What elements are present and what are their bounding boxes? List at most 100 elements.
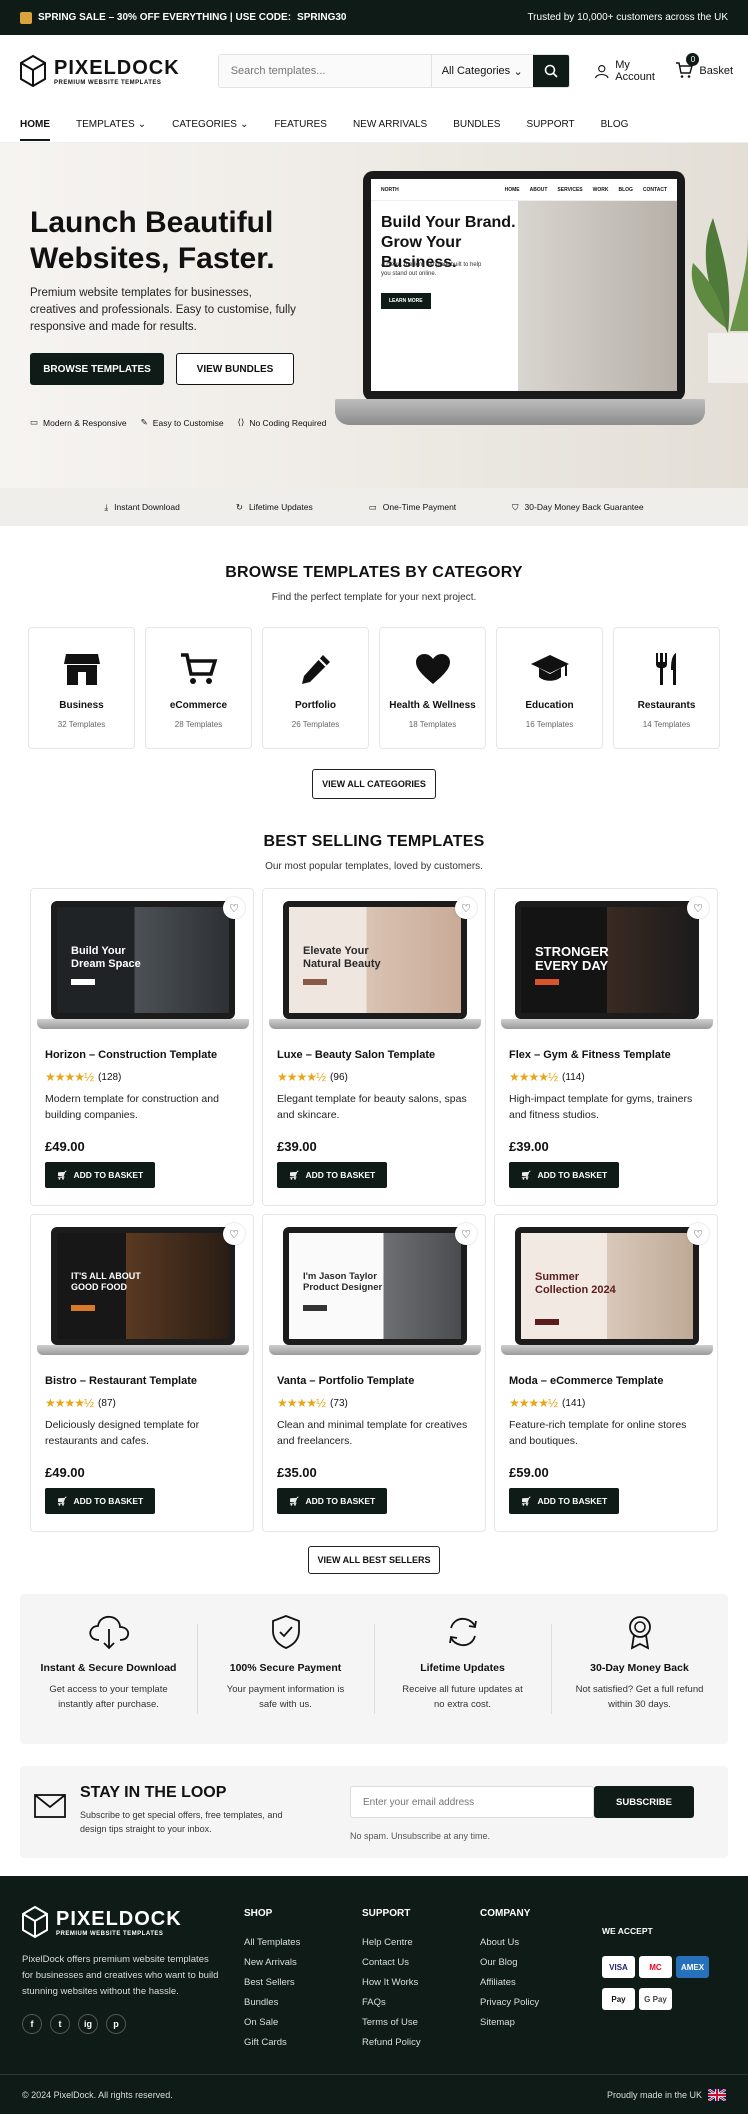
wishlist-button[interactable]: ♡ [455,897,477,919]
nav-templates[interactable]: TEMPLATES ⌄ [76,119,146,130]
heart-outline-icon: ♡ [693,902,703,915]
add-to-basket-button[interactable]: 🛒︎ ADD TO BASKET [45,1488,155,1514]
product-price: £35.00 [277,1465,317,1480]
footer-link[interactable]: About Us [480,1933,539,1953]
add-to-basket-button[interactable]: 🛒︎ ADD TO BASKET [509,1162,619,1188]
footer-link[interactable]: Privacy Policy [480,1993,539,2013]
category-count: 16 Templates [525,720,574,729]
nav-blog[interactable]: BLOG [601,119,629,130]
browse-templates-button[interactable]: BROWSE TEMPLATES [30,353,164,385]
product-thumbnail[interactable]: Summer Collection 2024 [501,1227,713,1357]
category-card-restaurants[interactable]: Restaurants 14 Templates [613,627,720,749]
footer-link[interactable]: New Arrivals [244,1953,300,1973]
category-card-ecommerce[interactable]: eCommerce 28 Templates [145,627,252,749]
product-card[interactable]: Summer Collection 2024 ♡ Moda – eCommerc… [494,1214,718,1532]
footer-payments-column: WE ACCEPT [602,1926,653,1950]
footer-link[interactable]: Affiliates [480,1973,539,1993]
apple-pay-icon: Pay [602,1988,635,2010]
product-card[interactable]: STRONGER EVERY DAY ♡ Flex – Gym & Fitnes… [494,888,718,1206]
payment-methods: VISA MC AMEX Pay G Pay [602,1956,709,2010]
footer-link[interactable]: Contact Us [362,1953,421,1973]
wishlist-button[interactable]: ♡ [223,897,245,919]
wishlist-button[interactable]: ♡ [223,1223,245,1245]
category-name: Health & Wellness [389,700,476,711]
footer-link[interactable]: All Templates [244,1933,300,1953]
product-thumbnail[interactable]: I'm Jason Taylor Product Designer [269,1227,481,1357]
footer-link[interactable]: On Sale [244,2013,300,2033]
footer-link[interactable]: Bundles [244,1993,300,2013]
category-card-business[interactable]: Business 32 Templates [28,627,135,749]
footer-company-column: COMPANY About Us Our Blog Affiliates Pri… [480,1908,539,2033]
feature-title: Lifetime Updates [420,1662,505,1674]
subscribe-button[interactable]: SUBSCRIBE [594,1786,694,1818]
thumb-headline: STRONGER EVERY DAY [535,944,609,973]
product-thumbnail[interactable]: Build Your Dream Space [37,901,249,1031]
footer-link[interactable]: Sitemap [480,2013,539,2033]
footer-link[interactable]: Gift Cards [244,2033,300,2053]
email-input[interactable] [350,1786,594,1818]
add-to-basket-button[interactable]: 🛒︎ ADD TO BASKET [277,1488,387,1514]
nav-bundles[interactable]: BUNDLES [453,119,500,130]
product-thumbnail[interactable]: STRONGER EVERY DAY [501,901,713,1031]
footer-link[interactable]: Best Sellers [244,1973,300,1993]
view-all-best-sellers-button[interactable]: VIEW ALL BEST SELLERS [308,1546,440,1574]
refresh-icon [448,1617,477,1647]
nav-new-arrivals[interactable]: NEW ARRIVALS [353,119,427,130]
star-rating: ★★★★½ [277,1070,326,1084]
account-link[interactable]: My Account [594,59,660,83]
hero-description: Premium website templates for businesses… [30,287,296,333]
product-card[interactable]: I'm Jason Taylor Product Designer ♡ Vant… [262,1214,486,1532]
view-bundles-button[interactable]: VIEW BUNDLES [176,353,294,385]
hero-feature: ▭ Modern & Responsive [30,417,127,428]
search-icon [544,64,558,78]
instagram-icon[interactable]: ig [78,2014,98,2034]
footer-link[interactable]: Terms of Use [362,2013,421,2033]
view-all-categories-button[interactable]: VIEW ALL CATEGORIES [312,769,436,799]
category-card-education[interactable]: Education 16 Templates [496,627,603,749]
product-description: Clean and minimal template for creatives… [277,1419,468,1447]
hero-laptop-image: NORTH HOME ABOUT SERVICES WORK BLOG CONT… [335,171,705,453]
search-button[interactable] [532,55,569,87]
nav-features[interactable]: FEATURES [274,119,327,130]
plant-image [691,218,748,383]
feature-title: Instant & Secure Download [40,1662,177,1674]
product-thumbnail[interactable]: IT'S ALL ABOUT GOOD FOOD [37,1227,249,1357]
add-to-basket-button[interactable]: 🛒︎ ADD TO BASKET [509,1488,619,1514]
wishlist-button[interactable]: ♡ [687,1223,709,1245]
product-thumbnail[interactable]: Elevate Your Natural Beauty [269,901,481,1031]
footer-link[interactable]: FAQs [362,1993,421,2013]
star-rating: ★★★★½ [277,1396,326,1410]
brand-tagline: PREMIUM WEBSITE TEMPLATES [54,79,162,86]
search-input[interactable] [218,55,431,87]
basket-link[interactable]: 0 Basket [675,52,733,82]
best-sellers-section: BEST SELLING TEMPLATES Our most popular … [0,799,748,1574]
pinterest-icon[interactable]: p [106,2014,126,2034]
feature-desc: Receive all future updates at no extra c… [402,1684,523,1710]
product-card[interactable]: Elevate Your Natural Beauty ♡ Luxe – Bea… [262,888,486,1206]
wishlist-button[interactable]: ♡ [455,1223,477,1245]
product-card[interactable]: IT'S ALL ABOUT GOOD FOOD ♡ Bistro – Rest… [30,1214,254,1532]
category-card-health-wellness[interactable]: Health & Wellness 18 Templates [379,627,486,749]
product-card[interactable]: Build Your Dream Space ♡ Horizon – Const… [30,888,254,1206]
edit-icon: ✎ [140,417,148,427]
nav-categories[interactable]: CATEGORIES ⌄ [172,119,248,130]
wishlist-button[interactable]: ♡ [687,897,709,919]
trust-item: ▭ One-Time Payment [369,502,456,513]
category-select[interactable]: All Categories ⌄ [430,55,533,87]
add-to-basket-button[interactable]: 🛒︎ ADD TO BASKET [45,1162,155,1188]
facebook-icon[interactable]: f [22,2014,42,2034]
nav-support[interactable]: SUPPORT [526,119,574,130]
footer-logo[interactable]: PIXELDOCK PREMIUM WEBSITE TEMPLATES [22,1906,182,1938]
footer-link[interactable]: Refund Policy [362,2033,421,2053]
product-name: Bistro – Restaurant Template [45,1375,198,1387]
footer-link[interactable]: Our Blog [480,1953,539,1973]
footer-description: PixelDock offers premium website templat… [22,1954,219,1997]
logo[interactable]: PIXELDOCK PREMIUM WEBSITE TEMPLATES [20,55,180,87]
category-card-portfolio[interactable]: Portfolio 26 Templates [262,627,369,749]
gift-icon [20,11,32,24]
footer-link[interactable]: Help Centre [362,1933,421,1953]
twitter-icon[interactable]: t [50,2014,70,2034]
footer-link[interactable]: How It Works [362,1973,421,1993]
add-to-basket-button[interactable]: 🛒︎ ADD TO BASKET [277,1162,387,1188]
nav-home[interactable]: HOME [20,119,50,141]
